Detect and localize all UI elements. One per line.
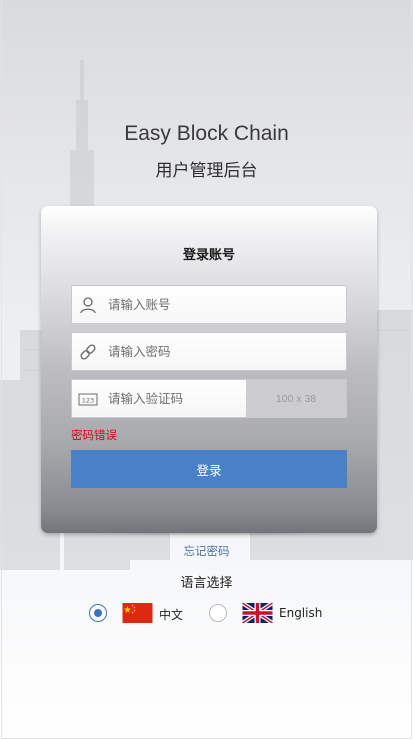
language-label-chinese[interactable]: 中文: [159, 606, 183, 623]
language-title: 语言选择: [180, 576, 233, 591]
captcha-input[interactable]: [108, 380, 244, 417]
app-title: Easy Block Chain: [124, 122, 289, 145]
password-input[interactable]: [108, 333, 338, 370]
link-icon: [80, 344, 96, 360]
login-card: 登录账号 123 100 x 38 密码错误 登录: [41, 206, 377, 533]
uk-flag-icon: [242, 603, 273, 623]
forgot-password-link[interactable]: 忘记密码: [0, 543, 413, 559]
login-heading: 登录账号: [182, 248, 235, 263]
error-message: 密码错误: [71, 428, 117, 442]
china-flag-icon: [122, 603, 153, 623]
captcha-image[interactable]: 100 x 38: [246, 380, 346, 417]
account-input[interactable]: [108, 286, 338, 323]
login-button[interactable]: 登录: [71, 450, 347, 488]
code-icon: 123: [78, 393, 98, 406]
language-label-english[interactable]: English: [279, 606, 322, 620]
account-field: [71, 285, 347, 324]
user-icon: [80, 297, 96, 314]
captcha-field: 123 100 x 38: [71, 379, 347, 418]
language-radio-english[interactable]: [209, 604, 227, 622]
svg-text:123: 123: [82, 397, 94, 405]
app-subtitle: 用户管理后台: [155, 161, 258, 181]
password-field: [71, 332, 347, 371]
language-radio-chinese[interactable]: [89, 604, 107, 622]
